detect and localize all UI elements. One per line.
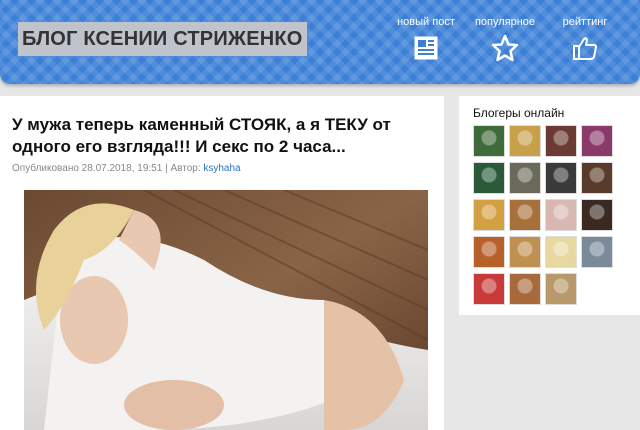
article-photo-image	[24, 190, 428, 430]
blogger-avatar[interactable]	[581, 162, 613, 194]
author-link[interactable]: ksyhaha	[203, 163, 240, 174]
site-header: БЛОГ КСЕНИИ СТРИЖЕНКО новый пост популяр…	[0, 0, 640, 84]
blog-logo[interactable]: БЛОГ КСЕНИИ СТРИЖЕНКО	[18, 22, 307, 56]
blogger-avatar[interactable]	[545, 125, 577, 157]
blogger-avatar[interactable]	[473, 273, 505, 305]
published-label: Опубликовано 28.07.2018, 19:51 | Автор:	[12, 163, 204, 174]
blogger-avatar[interactable]	[509, 125, 541, 157]
nav-rating-label: рейттинг	[562, 16, 608, 28]
article-panel: У мужа теперь каменный СТОЯК, а я ТЕКУ о…	[0, 96, 444, 430]
article-photo	[24, 190, 428, 430]
nav-popular[interactable]: популярное	[465, 16, 545, 62]
thumbs-up-icon	[573, 37, 597, 60]
blogger-avatar[interactable]	[473, 162, 505, 194]
blogger-avatar[interactable]	[545, 273, 577, 305]
blogger-avatar[interactable]	[509, 199, 541, 231]
blogger-avatar[interactable]	[545, 236, 577, 268]
nav-new-post[interactable]: новый пост	[386, 16, 466, 62]
nav-rating[interactable]: рейттинг	[545, 16, 625, 62]
nav-new-post-label: новый пост	[397, 16, 455, 28]
newspaper-icon	[414, 36, 438, 60]
blogger-avatar[interactable]	[473, 125, 505, 157]
blogger-avatar[interactable]	[509, 236, 541, 268]
star-icon	[491, 34, 519, 62]
blogger-avatar[interactable]	[581, 125, 613, 157]
blogger-avatar[interactable]	[581, 199, 613, 231]
blogger-avatar[interactable]	[473, 236, 505, 268]
blogger-avatar[interactable]	[545, 199, 577, 231]
nav-popular-label: популярное	[474, 16, 536, 28]
online-bloggers-widget: Блогеры онлайн	[459, 96, 640, 315]
online-bloggers-title: Блогеры онлайн	[473, 106, 565, 120]
blogger-avatar[interactable]	[545, 162, 577, 194]
blogger-avatar[interactable]	[509, 162, 541, 194]
blogger-avatar[interactable]	[473, 199, 505, 231]
article-meta: Опубликовано 28.07.2018, 19:51 | Автор: …	[12, 163, 241, 174]
blogger-avatar[interactable]	[509, 273, 541, 305]
article-title[interactable]: У мужа теперь каменный СТОЯК, а я ТЕКУ о…	[12, 114, 432, 158]
blogger-avatar[interactable]	[581, 236, 613, 268]
